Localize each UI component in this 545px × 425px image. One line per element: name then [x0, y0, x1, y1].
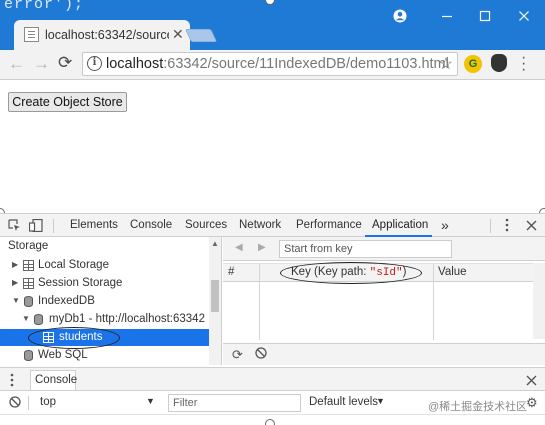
chrome-menu-icon[interactable]: · · ·: [521, 50, 526, 78]
tab-application[interactable]: Application: [372, 219, 428, 231]
back-arrow-icon[interactable]: ←: [8, 54, 25, 74]
url-text[interactable]: localhost:63342/source/11IndexedDB/demo1…: [106, 56, 449, 72]
url-path: :63342/source/11IndexedDB/demo1103.html: [163, 56, 449, 72]
address-bar[interactable]: i localhost:63342/source/11IndexedDB/dem…: [82, 52, 458, 76]
profile-icon[interactable]: [390, 9, 410, 26]
storage-grid-icon: [23, 260, 34, 271]
column-key-suffix: ): [402, 266, 407, 278]
clear-icon[interactable]: [255, 347, 267, 362]
drawer-close-icon[interactable]: [526, 374, 537, 389]
devtools-close-icon[interactable]: [526, 219, 537, 234]
column-hash[interactable]: #: [228, 266, 234, 278]
tab-performance[interactable]: Performance: [296, 219, 362, 231]
collapse-arrow-icon[interactable]: ▼: [22, 314, 30, 323]
tab-elements[interactable]: Elements: [70, 219, 118, 231]
sidebar-item-label: Web SQL: [38, 349, 88, 361]
sidebar-item-label: students: [59, 331, 103, 343]
levels-dropdown-icon[interactable]: ▼: [376, 396, 385, 406]
extension-icon[interactable]: G: [464, 55, 482, 73]
application-sidebar: Storage ▶ Local Storage ▶ Session Storag…: [0, 237, 222, 365]
sidebar-item-label: IndexedDB: [38, 295, 95, 307]
create-object-store-button[interactable]: Create Object Store: [8, 92, 127, 112]
panel-bottom-toolbar: ⟳: [223, 343, 545, 365]
watermark: @稀土掘金技术社区: [428, 401, 528, 413]
browser-tab[interactable]: localhost:63342/source ✕: [14, 20, 190, 50]
sidebar-heading: Storage: [0, 238, 209, 255]
browser-toolbar: ← → ⟳ i localhost:63342/source/11Indexed…: [0, 50, 545, 80]
console-settings-gear-icon[interactable]: ⚙: [526, 395, 538, 411]
previous-page-icon[interactable]: ◀: [235, 242, 243, 253]
object-store-icon: [43, 332, 54, 343]
start-from-key-input[interactable]: Start from key: [279, 240, 452, 258]
context-selector[interactable]: top: [40, 396, 56, 408]
column-key[interactable]: Key (Key path: "sId"): [291, 266, 406, 279]
more-tabs-icon[interactable]: »: [441, 217, 449, 233]
database-icon: [34, 314, 43, 325]
page-code-fragment: error');: [4, 0, 85, 13]
refresh-icon[interactable]: ⟳: [232, 347, 243, 363]
tab-network[interactable]: Network: [239, 219, 281, 231]
panel-toolbar: ◀ ▶ Start from key: [223, 237, 545, 261]
page-favicon-icon: [24, 27, 39, 42]
column-divider: [433, 264, 434, 340]
database-icon: [24, 350, 33, 361]
context-dropdown-icon[interactable]: ▼: [146, 396, 155, 406]
close-window-icon[interactable]: [514, 9, 534, 25]
maximize-icon[interactable]: [475, 9, 495, 25]
divider: [28, 396, 29, 410]
reload-icon[interactable]: ⟳: [58, 53, 72, 73]
device-toolbar-icon[interactable]: [28, 218, 43, 235]
evernote-extension-icon[interactable]: [491, 54, 507, 72]
sidebar-item-session-storage[interactable]: ▶ Session Storage: [0, 275, 209, 292]
inspect-element-icon[interactable]: [8, 219, 21, 235]
devtools-tab-bar: Elements Console Sources Network Perform…: [0, 213, 545, 237]
log-levels-selector[interactable]: Default levels: [309, 396, 378, 408]
tab-sources[interactable]: Sources: [185, 219, 227, 231]
column-divider: [259, 264, 260, 340]
storage-grid-icon: [23, 278, 34, 289]
divider: [53, 219, 54, 233]
scroll-thumb[interactable]: [211, 280, 219, 312]
new-tab-button[interactable]: [184, 29, 218, 42]
console-filter-input[interactable]: Filter: [168, 394, 301, 412]
url-host: localhost: [106, 56, 164, 72]
next-page-icon[interactable]: ▶: [258, 242, 266, 253]
drawer-tab-console[interactable]: Console: [30, 370, 77, 390]
sidebar-item-label: Session Storage: [38, 277, 123, 289]
column-key-prefix: Key (Key path:: [291, 266, 370, 278]
sidebar-item-students[interactable]: students: [0, 329, 209, 346]
tab-console[interactable]: Console: [130, 219, 172, 231]
drawer-tab-bar: Console: [0, 367, 545, 391]
clear-console-icon[interactable]: [9, 396, 21, 411]
divider: [490, 219, 491, 233]
sidebar-item-indexeddb[interactable]: ▼ IndexedDB: [0, 293, 209, 310]
browser-title-bar: error'); localhost:63342/source ✕: [0, 0, 545, 50]
sidebar-item-label: myDb1 - http://localhost:63342: [49, 313, 205, 325]
panel-scrollbar[interactable]: [533, 263, 545, 339]
drawer-menu-icon[interactable]: [10, 373, 14, 390]
expand-arrow-icon[interactable]: ▶: [12, 260, 18, 269]
bookmark-star-icon[interactable]: ☆: [439, 54, 453, 74]
object-store-panel: ◀ ▶ Start from key # Key (Key path: "sId…: [223, 237, 545, 365]
sidebar-item-local-storage[interactable]: ▶ Local Storage: [0, 257, 209, 274]
expand-arrow-icon[interactable]: ▶: [12, 278, 18, 287]
tab-close-icon[interactable]: ✕: [172, 26, 184, 43]
sidebar-item-web-sql[interactable]: Web SQL: [0, 347, 209, 364]
sidebar-heading-label: Storage: [8, 240, 49, 252]
table-header: # Key (Key path: "sId") Value: [223, 263, 545, 282]
column-value[interactable]: Value: [438, 266, 467, 278]
minimize-icon[interactable]: [437, 9, 457, 25]
tab-title: localhost:63342/source: [45, 28, 169, 42]
info-icon[interactable]: i: [87, 56, 102, 71]
collapse-arrow-icon[interactable]: ▼: [12, 296, 20, 305]
sidebar-item-mydb1[interactable]: ▼ myDb1 - http://localhost:63342: [0, 311, 209, 328]
sidebar-scrollbar[interactable]: ▲: [209, 237, 221, 365]
column-key-path: "sId": [369, 267, 403, 279]
scroll-up-icon[interactable]: ▲: [211, 239, 219, 248]
forward-arrow-icon[interactable]: →: [33, 54, 50, 74]
resize-handle-icon: [265, 419, 275, 425]
sidebar-item-label: Local Storage: [38, 259, 109, 271]
devtools-menu-icon[interactable]: [505, 218, 509, 235]
database-icon: [24, 296, 33, 307]
